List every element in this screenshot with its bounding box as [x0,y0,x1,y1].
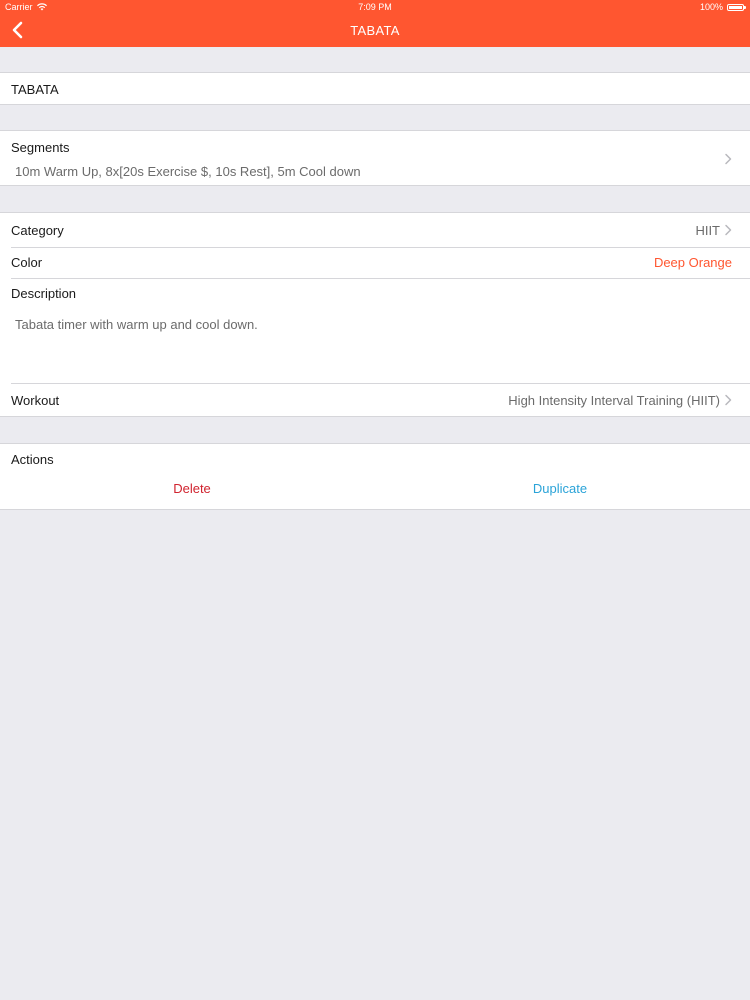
description-label: Description [11,286,77,301]
category-value: HIIT [695,223,720,238]
category-label: Category [11,223,64,238]
color-value: Deep Orange [653,255,732,270]
segments-row[interactable]: Segments 10m Warm Up, 8x[20s Exercise $,… [0,130,750,186]
chevron-right-icon [725,394,732,406]
color-label: Color [11,255,43,270]
color-row[interactable]: Color Deep Orange [0,248,750,278]
workout-value: High Intensity Interval Training (HIIT) [508,393,720,408]
segments-label: Segments [11,140,70,155]
delete-button[interactable]: Delete [120,481,264,496]
actions-section: Actions Delete Duplicate [0,443,750,510]
status-time: 7:09 PM [358,2,392,12]
description-text-area[interactable]: Tabata timer with warm up and cool down. [15,317,258,332]
name-section: TABATA [0,72,750,105]
segments-value: 10m Warm Up, 8x[20s Exercise $, 10s Rest… [15,164,361,179]
battery-percent: 100% [699,2,723,12]
battery-icon [727,3,746,11]
battery-fill [729,5,742,9]
category-row[interactable]: Category HIIT [0,213,750,247]
details-section: Category HIIT Color Deep Orange Descript… [0,212,750,417]
actions-label: Actions [11,452,54,467]
chevron-right-icon [725,224,732,236]
status-bar: Carrier 7:09 PM 100% [0,0,750,14]
divider [11,278,750,279]
name-field[interactable]: TABATA [11,82,59,97]
page-title: TABATA [350,23,400,38]
workout-row[interactable]: Workout High Intensity Interval Training… [0,384,750,416]
duplicate-button[interactable]: Duplicate [488,481,632,496]
workout-label: Workout [11,393,60,408]
battery-group: 100% [699,2,746,12]
chevron-right-icon [725,153,732,165]
navigation-bar: TABATA [0,14,750,47]
